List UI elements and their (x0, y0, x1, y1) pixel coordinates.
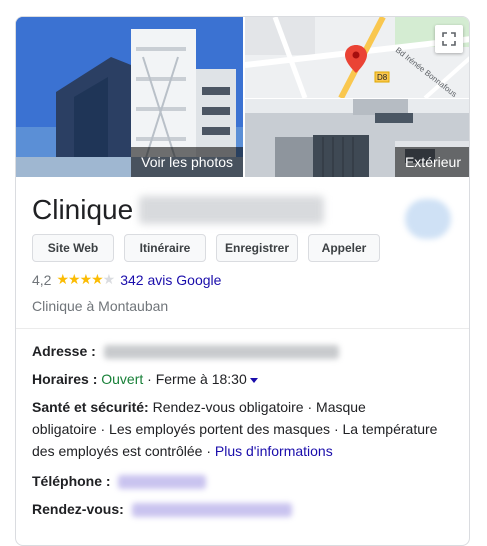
business-name: Clinique (32, 194, 134, 225)
rating-value: 4,2 (32, 271, 52, 288)
health-text-2: obligatoire · Les employés portent des m… (32, 421, 438, 437)
reviews-link[interactable]: 342 avis Google (120, 272, 221, 288)
health-safety-block: Santé et sécurité: Rendez-vous obligatoi… (32, 396, 452, 462)
address-row: Adresse : (32, 340, 339, 362)
rating-stars: ★★★★★ (56, 271, 115, 287)
business-title-row: Clinique (32, 190, 325, 230)
phone-label: Téléphone : (32, 473, 111, 489)
website-button[interactable]: Site Web (32, 234, 114, 262)
knowledge-panel: Voir les photos Bd Irénée Bonnafous D8 E… (15, 16, 470, 546)
divider (16, 328, 469, 329)
rating-row: 4,2 ★★★★★ 342 avis Google (32, 271, 221, 288)
business-category: Clinique à Montauban (32, 298, 169, 314)
main-photo[interactable]: Voir les photos (16, 17, 243, 177)
expand-map-button[interactable] (435, 25, 463, 53)
expand-icon (442, 32, 456, 46)
health-label: Santé et sécurité: (32, 399, 149, 415)
appointment-label: Rendez-vous: (32, 501, 124, 517)
hours-closing: · Ferme à 18:30 (143, 371, 247, 387)
health-text-3: des employés est contrôlée · (32, 443, 215, 459)
hours-label: Horaires : (32, 371, 98, 387)
call-button[interactable]: Appeler (308, 234, 380, 262)
business-logo (405, 199, 451, 239)
see-photos-label[interactable]: Voir les photos (131, 147, 243, 177)
hours-row: Horaires : Ouvert · Ferme à 18:30 (32, 368, 258, 390)
more-info-link[interactable]: Plus d'informations (215, 443, 333, 459)
hours-dropdown-icon[interactable] (249, 377, 258, 383)
action-buttons: Site Web Itinéraire Enregistrer Appeler (32, 234, 380, 262)
business-name-redacted (139, 196, 325, 224)
phone-row: Téléphone : (32, 470, 207, 492)
address-value-redacted[interactable] (103, 345, 339, 360)
hours-status: Ouvert (101, 371, 144, 387)
appointment-link-redacted[interactable] (131, 503, 292, 518)
directions-button[interactable]: Itinéraire (124, 234, 206, 262)
address-label: Adresse : (32, 343, 96, 359)
exterior-label[interactable]: Extérieur (394, 147, 469, 177)
map-route-badge: D8 (377, 73, 388, 82)
map-thumbnail[interactable]: Bd Irénée Bonnafous D8 (245, 17, 469, 98)
save-button[interactable]: Enregistrer (216, 234, 298, 262)
health-text-1: Rendez-vous obligatoire · Masque (148, 399, 366, 415)
phone-value-redacted[interactable] (118, 475, 207, 490)
appointment-row: Rendez-vous: (32, 498, 292, 520)
exterior-photo[interactable]: Extérieur (245, 99, 469, 177)
